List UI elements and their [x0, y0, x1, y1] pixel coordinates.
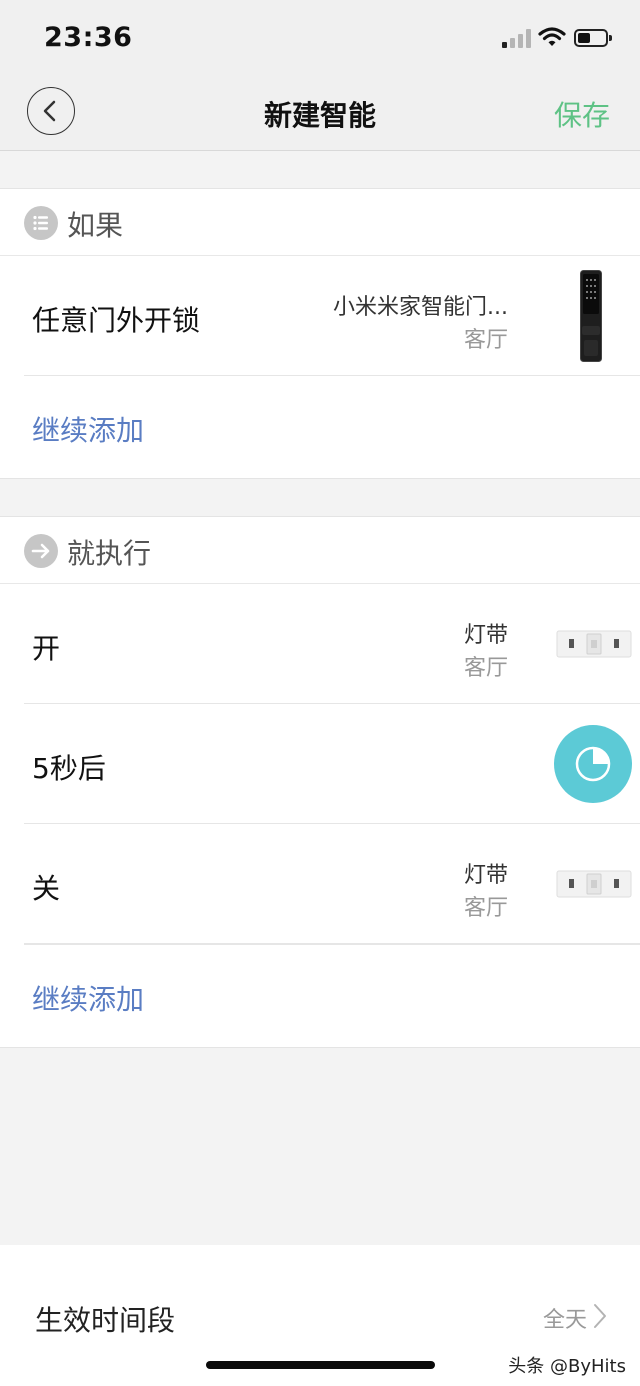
home-indicator[interactable] — [206, 1361, 435, 1369]
then-section-label: 就执行 — [67, 537, 152, 570]
save-button[interactable]: 保存 — [554, 94, 610, 134]
condition-title: 任意门外开锁 — [32, 304, 201, 337]
device-name: 小米米家智能门... — [333, 295, 508, 320]
status-bar: 23:36 — [0, 0, 640, 80]
if-section-label: 如果 — [67, 209, 124, 242]
device-name: 灯带 — [463, 863, 508, 888]
action-row[interactable]: 关 灯带 客厅 — [24, 824, 640, 944]
device-room: 客厅 — [463, 656, 508, 681]
effective-period-label: 生效时间段 — [35, 1304, 176, 1337]
if-add-more-button[interactable]: 继续添加 — [0, 376, 640, 478]
effective-period-value: 全天 — [542, 1308, 587, 1333]
smart-door-lock-icon — [580, 270, 602, 362]
delay-title: 5秒后 — [32, 752, 106, 785]
list-icon — [24, 206, 58, 240]
device-room: 客厅 — [463, 896, 508, 921]
battery-icon — [574, 29, 612, 47]
if-section-header: 如果 — [0, 189, 640, 256]
if-section: 如果 任意门外开锁 小米米家智能门... 客厅 继续添加 — [0, 188, 640, 479]
cellular-signal-icon — [502, 28, 532, 48]
wifi-icon — [538, 26, 566, 52]
then-section-header: 就执行 — [0, 517, 640, 584]
page-title: 新建智能 — [263, 99, 376, 132]
chevron-right-icon — [593, 1303, 607, 1333]
light-strip-icon — [556, 868, 632, 900]
add-more-label: 继续添加 — [32, 983, 145, 1016]
action-title: 关 — [32, 872, 61, 905]
action-row[interactable]: 开 灯带 客厅 — [24, 584, 640, 704]
status-time: 23:36 — [44, 22, 133, 53]
navigation-bar: 新建智能 保存 — [0, 80, 640, 151]
delay-row[interactable]: 5秒后 — [24, 704, 640, 824]
device-name: 灯带 — [463, 623, 508, 648]
device-room: 客厅 — [463, 328, 508, 353]
then-section: 就执行 开 灯带 客厅 5秒后 关 灯带 客厅 继续添加 — [0, 516, 640, 1048]
timer-icon — [554, 725, 632, 803]
add-more-label: 继续添加 — [32, 414, 145, 447]
then-add-more-button[interactable]: 继续添加 — [24, 944, 640, 1047]
condition-row[interactable]: 任意门外开锁 小米米家智能门... 客厅 — [24, 256, 640, 376]
action-title: 开 — [32, 632, 61, 665]
light-strip-icon — [556, 628, 632, 660]
arrow-right-icon — [24, 534, 58, 568]
watermark: 头条 @ByHits — [508, 1356, 626, 1377]
